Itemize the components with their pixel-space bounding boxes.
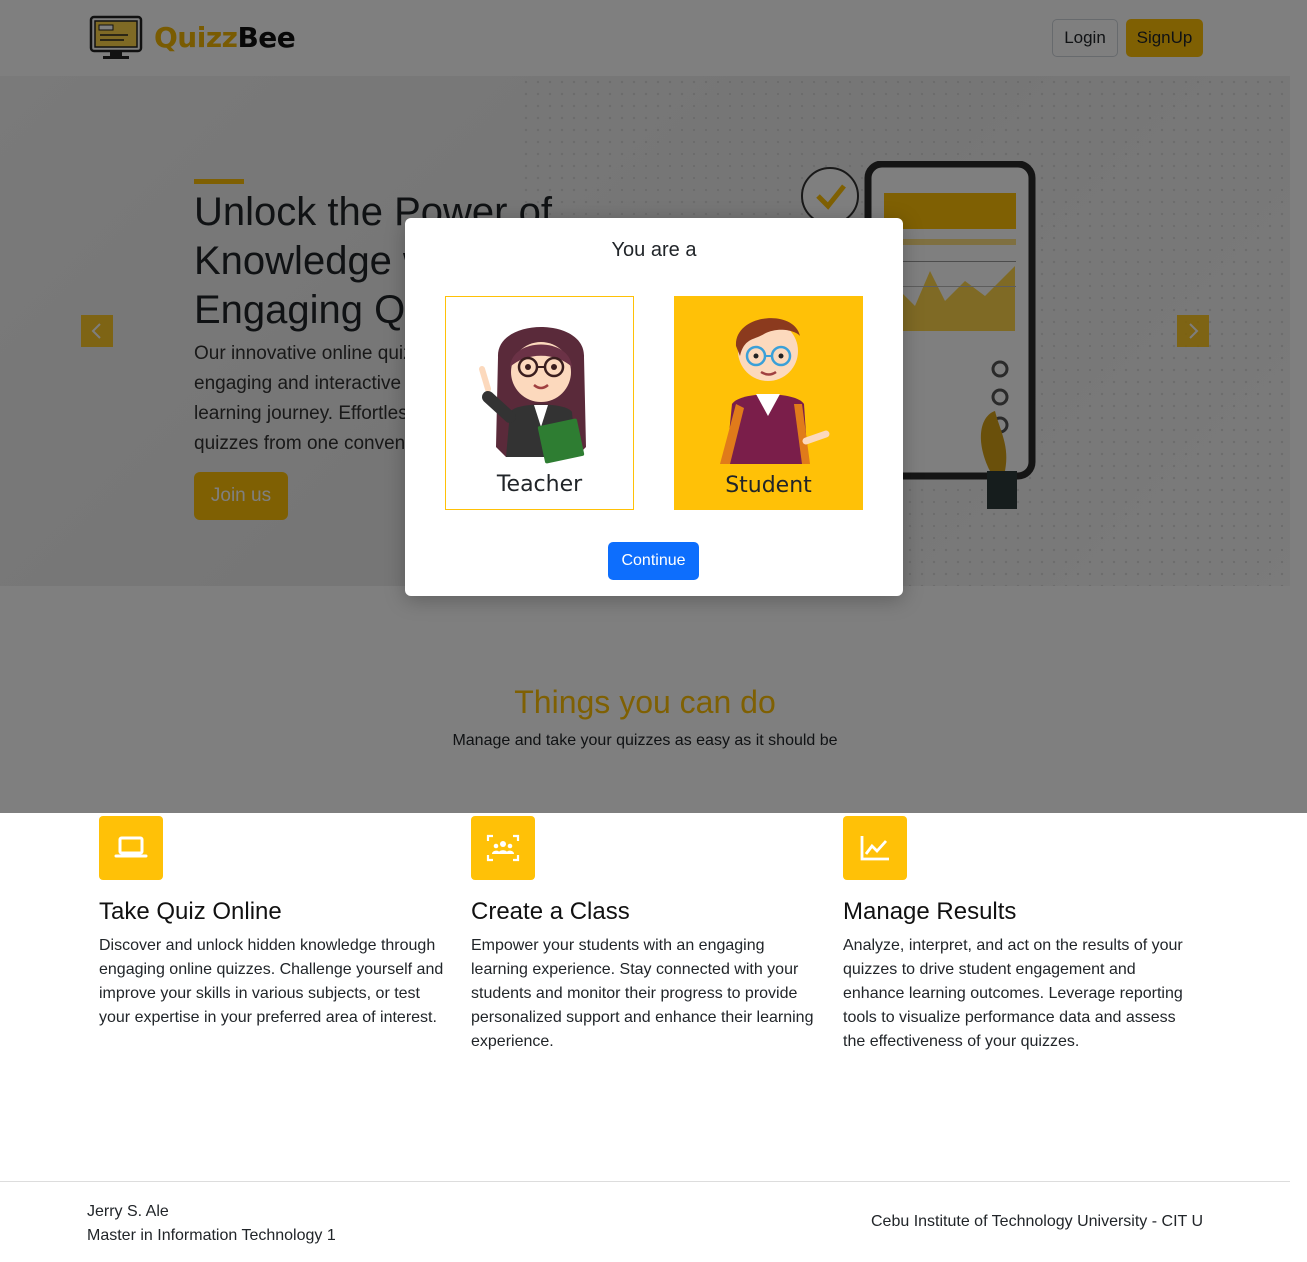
continue-button[interactable]: Continue [608, 542, 699, 580]
feature-title: Take Quiz Online [99, 898, 282, 925]
feature-create-class: Create a Class Empower your students wit… [471, 816, 816, 1054]
feature-title: Create a Class [471, 898, 630, 925]
class-group-icon [471, 816, 535, 880]
footer-program: Master in Information Technology 1 [87, 1227, 336, 1244]
footer: Jerry S. Ale Master in Information Techn… [0, 1181, 1290, 1262]
line-chart-icon [843, 816, 907, 880]
footer-name: Jerry S. Ale [87, 1203, 169, 1220]
modal-title: You are a [611, 239, 697, 261]
role-select-modal: You are a Teacher Student Continue [405, 218, 903, 596]
role-option-teacher[interactable]: Teacher [445, 296, 634, 510]
feature-text: Analyze, interpret, and act on the resul… [843, 937, 1183, 1050]
feature-title: Manage Results [843, 898, 1017, 925]
student-label: Student [725, 473, 812, 498]
role-option-student[interactable]: Student [674, 296, 863, 510]
laptop-icon [99, 816, 163, 880]
feature-text: Empower your students with an engaging l… [471, 937, 814, 1050]
footer-author: Jerry S. Ale Master in Information Techn… [87, 1200, 336, 1248]
teacher-label: Teacher [496, 472, 583, 497]
feature-text: Discover and unlock hidden knowledge thr… [99, 937, 444, 1026]
footer-school: Cebu Institute of Technology University … [871, 1213, 1203, 1230]
feature-manage-results: Manage Results Analyze, interpret, and a… [843, 816, 1188, 1054]
feature-take-quiz: Take Quiz Online Discover and unlock hid… [99, 816, 444, 1030]
